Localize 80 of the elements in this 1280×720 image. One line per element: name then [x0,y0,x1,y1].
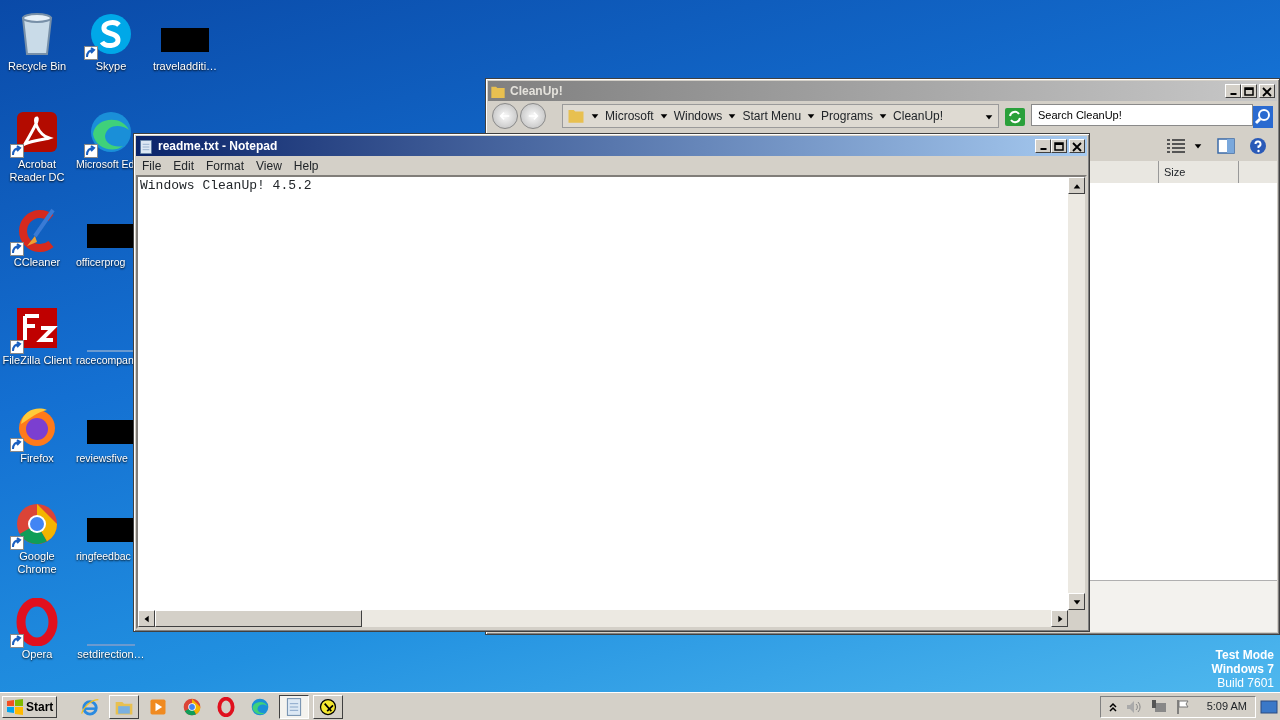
notepad-icon [138,138,154,155]
help-icon[interactable] [1249,137,1267,155]
search-button[interactable] [1253,104,1273,128]
desktop-watermark-text: Build 7601 [1217,676,1274,690]
view-list-icon[interactable] [1167,139,1185,153]
flag-icon[interactable] [1175,698,1190,715]
icon-label[interactable]: Firefox [20,452,54,465]
text-content: Windows CleanUp! 4.5.2 [139,177,313,195]
ring-logo-icon [216,696,237,717]
redaction-bar [87,224,135,248]
icon-label[interactable]: FileZilla Client [2,354,72,367]
scroll-thumb[interactable] [155,610,362,627]
network-icon[interactable] [1150,698,1167,715]
breadcrumb-item[interactable]: CleanUp! [893,107,944,125]
ie-logo-icon [80,696,101,717]
dropdown-arrow-icon [806,111,817,121]
show-desktop-icon[interactable] [1260,699,1278,716]
forward-arrow-icon [527,110,539,122]
menu-item[interactable]: View [250,156,288,175]
start-button[interactable]: Start [2,695,58,718]
chevron-up-icon[interactable] [1108,701,1117,712]
menu-item[interactable]: Help [287,156,325,175]
window-title: readme.txt - Notepad [158,138,278,155]
back-button[interactable] [492,103,518,129]
address-bar[interactable]: Microsoft Windows Start Menu Programs CleanUp! [562,104,999,128]
clock[interactable]: 5:09 AM [1206,698,1247,715]
menu-item[interactable]: File [136,156,168,175]
dropdown-arrow-icon [1193,141,1203,151]
maximize-button[interactable] [1051,139,1067,153]
icon-label[interactable]: Recycle Bin [7,60,67,73]
window-title: CleanUp! [510,83,563,100]
dropdown-arrow-icon [878,111,889,121]
icon-label[interactable]: Google Chrome [0,550,74,576]
icon-label[interactable]: Opera [21,648,53,661]
column-header[interactable]: Size [1159,161,1239,183]
browser-logo-icon [182,696,203,717]
horizontal-scrollbar[interactable] [138,610,1085,627]
minimize-icon [1039,148,1047,150]
flag-logo-icon [6,698,24,715]
redaction-bar [87,420,135,444]
breadcrumb-item[interactable]: Start Menu [742,107,802,125]
minimize-button[interactable] [1225,84,1241,98]
desktop-watermark-text: Windows 7 [1211,662,1274,676]
icon-label[interactable]: reviewsfive [74,452,128,465]
icon-label[interactable]: traveladditi… [152,60,218,73]
vertical-scrollbar[interactable] [1068,177,1085,610]
folder-icon [567,107,585,125]
breadcrumb-item[interactable]: Programs [821,107,874,125]
maximize-icon [1243,85,1255,97]
icon-label[interactable]: Acrobat Reader DC [0,158,74,184]
minimize-icon [1229,93,1237,95]
dropdown-arrow-icon [727,111,738,121]
menu-item[interactable]: Edit [167,156,201,175]
icon-label[interactable]: CCleaner [13,256,61,269]
redaction-bar [87,518,135,542]
breadcrumb-item[interactable]: Windows [673,107,723,125]
search-field[interactable]: Search CleanUp! [1031,104,1253,126]
preview-pane-icon[interactable] [1217,138,1235,154]
maximize-icon [1053,140,1065,152]
dropdown-arrow-icon [590,111,600,121]
maximize-button[interactable] [1241,84,1257,98]
redaction-bar [161,28,209,52]
forward-button[interactable] [520,103,546,129]
icon-label[interactable]: setdirection… [77,648,145,661]
back-arrow-icon [499,110,511,122]
icon-label[interactable]: Skype [95,60,127,73]
icon-label[interactable]: officerprog [74,256,126,269]
desktop-watermark-text: Test Mode [1215,648,1274,662]
close-icon [1261,85,1273,97]
menu-item[interactable]: Format [200,156,251,175]
taskbar-button[interactable] [279,694,310,719]
breadcrumb-item[interactable]: Microsoft [605,107,654,125]
minimize-button[interactable] [1035,139,1051,153]
close-button[interactable] [1069,139,1085,153]
icon-label[interactable]: racecompan [74,354,134,367]
close-icon [1071,140,1083,152]
icon-label[interactable]: ringfeedbac [74,550,131,563]
wave-logo-icon [250,696,271,717]
dropdown-arrow-icon [658,111,669,121]
close-button[interactable] [1259,84,1275,98]
